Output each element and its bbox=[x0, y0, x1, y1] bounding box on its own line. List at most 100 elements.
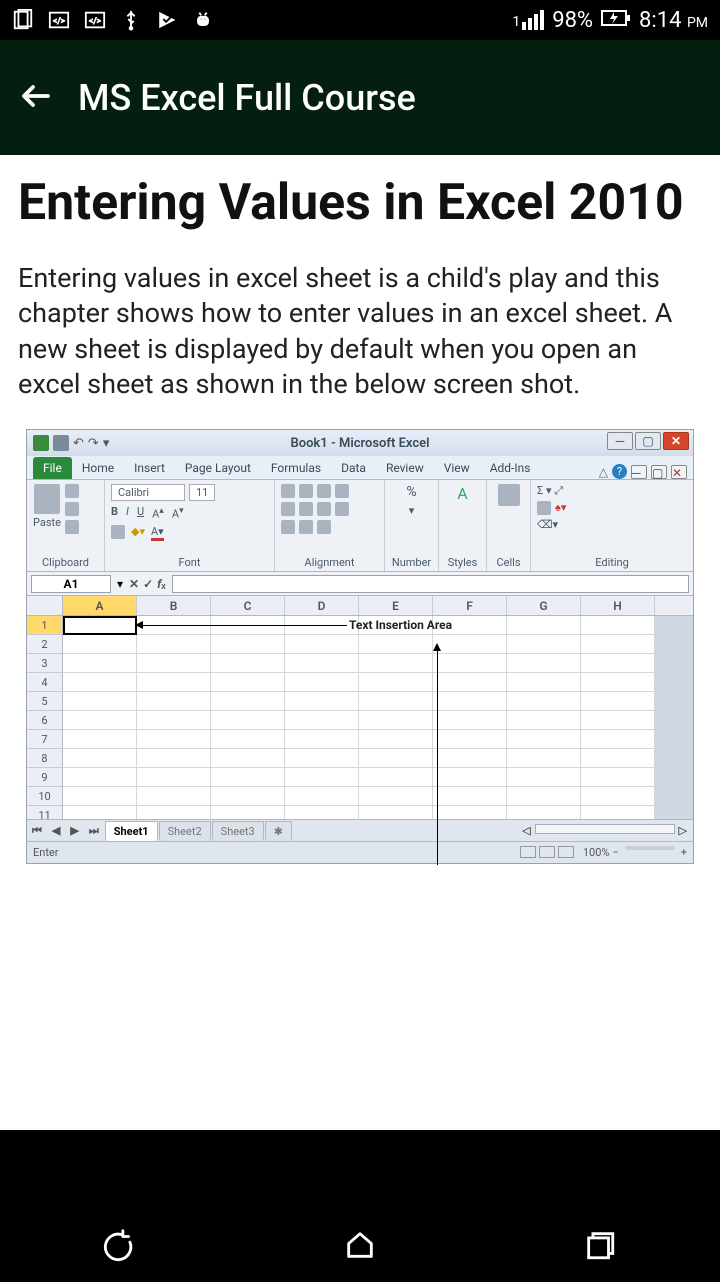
align-bottom-icon bbox=[317, 484, 331, 498]
number-dropdown-icon: ▾ bbox=[409, 504, 415, 517]
zoom-out-icon: − bbox=[612, 846, 618, 859]
status-mode: Enter bbox=[33, 846, 59, 859]
copy-icon bbox=[65, 502, 79, 516]
align-left-icon bbox=[281, 502, 295, 516]
play-check-icon bbox=[156, 9, 178, 31]
fx-icon: fₓ bbox=[157, 577, 166, 591]
nav-home-button[interactable] bbox=[343, 1228, 377, 1266]
formula-bar-buttons: ✕ ✓ fₓ bbox=[129, 577, 166, 591]
tab-file: File bbox=[33, 457, 72, 479]
enter-entry-icon: ✓ bbox=[143, 577, 153, 591]
col-h: H bbox=[581, 596, 655, 615]
text-insertion-arrow bbox=[137, 625, 347, 626]
screenshot-icon bbox=[12, 9, 34, 31]
nav-back-button[interactable] bbox=[103, 1228, 137, 1266]
font-size-box: 11 bbox=[189, 484, 215, 501]
fill-color-icon: ◆▾ bbox=[131, 525, 145, 541]
tab-data: Data bbox=[331, 457, 376, 479]
help-icon: ? bbox=[612, 464, 627, 479]
row-9: 9 bbox=[27, 768, 63, 787]
scroll-left-icon: ◁ bbox=[522, 824, 530, 837]
app-header: MS Excel Full Course bbox=[0, 40, 720, 155]
col-c: C bbox=[211, 596, 285, 615]
undo-icon: ↶ bbox=[73, 436, 84, 451]
android-nav-bar bbox=[0, 1212, 720, 1282]
align-middle-icon bbox=[299, 484, 313, 498]
ribbon-body: Paste Clipboard Calibri 11 bbox=[27, 480, 693, 572]
cancel-entry-icon: ✕ bbox=[129, 577, 139, 591]
sheet-nav-last-icon: ⏭ bbox=[84, 824, 104, 838]
nav-recent-button[interactable] bbox=[583, 1228, 617, 1266]
zoom-in-icon: + bbox=[681, 846, 687, 859]
font-grow-icon: A▴ bbox=[152, 505, 164, 521]
new-sheet-tab: ✱ bbox=[265, 821, 292, 841]
status-right: 1 98% 8:14 PM bbox=[512, 8, 708, 33]
qat-dropdown-icon: ▾ bbox=[103, 436, 110, 451]
col-e: E bbox=[359, 596, 433, 615]
ribbon-right: △ ? ─ ▢ ✕ bbox=[599, 464, 693, 479]
excel-titlebar: ↶ ↷ ▾ Book1 - Microsoft Excel ─ ▢ ✕ bbox=[27, 430, 693, 456]
col-a: A bbox=[63, 596, 137, 615]
status-left-icons: </> </> bbox=[12, 9, 214, 31]
group-alignment: Alignment bbox=[275, 480, 385, 571]
save-icon bbox=[53, 435, 69, 451]
android-status-bar: </> </> 1 98% 8:14 PM bbox=[0, 0, 720, 40]
excel-logo-icon bbox=[33, 435, 49, 451]
tab-page-layout: Page Layout bbox=[175, 457, 261, 479]
normal-view-icon bbox=[520, 846, 536, 858]
tab-home: Home bbox=[72, 457, 124, 479]
window-controls: ─ ▢ ✕ bbox=[607, 432, 689, 450]
align-center-icon bbox=[299, 502, 313, 516]
paste-icon bbox=[34, 484, 60, 514]
fill-icon: ♠▾ bbox=[537, 501, 566, 515]
redo-icon: ↷ bbox=[88, 436, 99, 451]
sheet-tab-3: Sheet3 bbox=[212, 821, 264, 841]
autosum-icon: Σ ▾ ⤢ bbox=[537, 484, 563, 498]
row-8: 8 bbox=[27, 749, 63, 768]
align-right-icon bbox=[317, 502, 331, 516]
row-2: 2 bbox=[27, 635, 63, 654]
border-icon bbox=[111, 525, 125, 539]
tab-view: View bbox=[434, 457, 480, 479]
tab-review: Review bbox=[376, 457, 434, 479]
percent-icon: % bbox=[406, 484, 416, 500]
cells-icon bbox=[498, 484, 520, 506]
sheet-nav-next-icon: ▶ bbox=[65, 824, 83, 837]
indent-inc-icon bbox=[299, 520, 313, 534]
row-10: 10 bbox=[27, 787, 63, 806]
app-title: MS Excel Full Course bbox=[78, 77, 416, 119]
clear-icon: ⌫▾ bbox=[537, 518, 558, 531]
sheet-area-arrow bbox=[437, 645, 438, 865]
font-color-icon: A▾ bbox=[151, 525, 164, 541]
svg-text:</>: </> bbox=[89, 17, 101, 27]
page-layout-view-icon bbox=[539, 846, 555, 858]
minimize-button: ─ bbox=[607, 432, 633, 450]
sheet-tab-1: Sheet1 bbox=[105, 821, 158, 841]
code-box-icon: </> bbox=[48, 9, 70, 31]
group-editing: Σ ▾ ⤢ ♠▾ ⌫▾ Editing bbox=[531, 480, 693, 571]
select-all-corner bbox=[27, 596, 63, 615]
col-b: B bbox=[137, 596, 211, 615]
group-styles: A Styles bbox=[439, 480, 487, 571]
android-debug-icon bbox=[192, 9, 214, 31]
maximize-button: ▢ bbox=[635, 432, 661, 450]
sheet-nav-prev-icon: ◀ bbox=[47, 824, 65, 837]
battery-percent: 98% bbox=[552, 8, 593, 33]
window-inner-close-icon: ✕ bbox=[671, 465, 687, 479]
cell-a1 bbox=[63, 616, 137, 635]
window-title: Book1 - Microsoft Excel bbox=[290, 436, 429, 451]
clock: 8:14 PM bbox=[639, 8, 708, 33]
excel-screenshot: ↶ ↷ ▾ Book1 - Microsoft Excel ─ ▢ ✕ File… bbox=[26, 429, 694, 864]
bottom-gap bbox=[0, 1130, 720, 1212]
back-button[interactable] bbox=[18, 78, 54, 118]
close-button: ✕ bbox=[663, 432, 689, 450]
group-clipboard: Paste Clipboard bbox=[27, 480, 105, 571]
svg-text:</>: </> bbox=[53, 17, 65, 27]
formula-bar: A1 ▾ ✕ ✓ fₓ bbox=[27, 572, 693, 596]
tab-insert: Insert bbox=[124, 457, 175, 479]
column-headers: A B C D E F G H bbox=[27, 596, 693, 616]
signal-indicator: 1 bbox=[512, 10, 544, 30]
tab-formulas: Formulas bbox=[261, 457, 331, 479]
article-content[interactable]: Entering Values in Excel 2010 Entering v… bbox=[0, 155, 720, 1130]
group-font: Calibri 11 B I U A▴ A▾ ◆▾ A▾ bbox=[105, 480, 275, 571]
